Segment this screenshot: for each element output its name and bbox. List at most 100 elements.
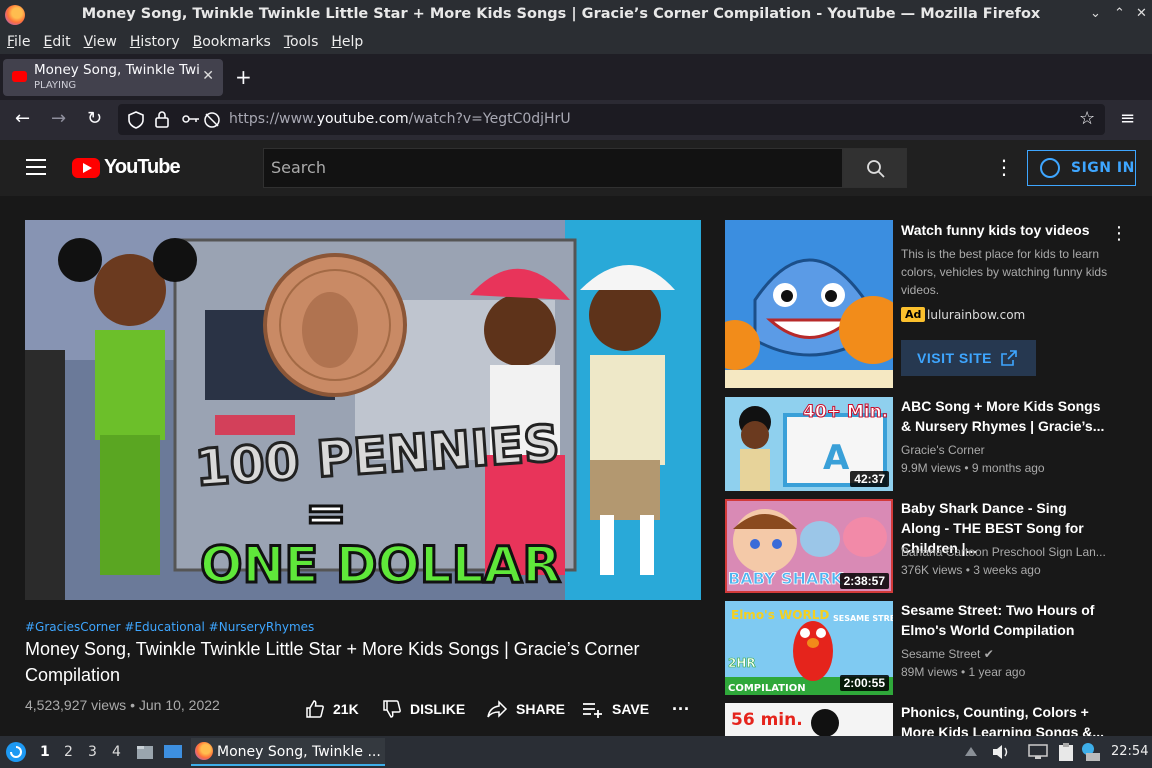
video-thumbnail-art: 100 PENNIES = ONE DOLLAR — [25, 220, 701, 600]
sidebar-thumb-1-label: 40+ Min. — [803, 402, 888, 422]
sidebar-thumbnail-3[interactable]: Elmo's WORLD 2HR COMPILATION SESAME STRE… — [725, 601, 893, 695]
svg-text:A: A — [823, 438, 850, 478]
tab-title: Money Song, Twinkle Twinkle Little Star — [34, 62, 199, 78]
ad-menu-icon[interactable]: ⋮ — [1110, 223, 1128, 244]
thumbnail-text-bottom: ONE DOLLAR — [200, 536, 561, 594]
taskbar: 1 2 3 4 Money Song, Twinkle ... 22:54 — [0, 736, 1152, 768]
video-player[interactable]: 100 PENNIES = ONE DOLLAR — [25, 220, 701, 600]
menu-tools[interactable]: Tools — [284, 34, 319, 50]
sidebar-meta-3: 89M views • 1 year ago — [901, 665, 1026, 679]
workspace-4[interactable]: 4 — [112, 744, 121, 760]
share-button[interactable]: SHARE — [486, 699, 565, 719]
workspace-2[interactable]: 2 — [64, 744, 73, 760]
taskbar-firefox-window[interactable]: Money Song, Twinkle ... — [191, 738, 385, 766]
youtube-header: YouTube Search ⋮ SIGN IN — [0, 140, 1152, 196]
settings-more-icon[interactable]: ⋮ — [994, 155, 1014, 179]
menu-history[interactable]: History — [130, 34, 180, 50]
sidebar-thumbnail-1[interactable]: A 40+ Min. 42:37 — [725, 397, 893, 491]
ad-title[interactable]: Watch funny kids toy videos — [901, 220, 1106, 240]
volume-icon[interactable] — [991, 743, 1011, 761]
workspace-1[interactable]: 1 — [40, 744, 50, 760]
save-button[interactable]: SAVE — [582, 699, 649, 719]
maximize-button[interactable]: ⌃ — [1114, 6, 1125, 21]
hamburger-menu-icon[interactable] — [26, 159, 46, 175]
menu-view[interactable]: View — [84, 34, 117, 50]
sidebar-thumbnail-2[interactable]: BABY SHARK 2:38:57 — [725, 499, 893, 593]
external-link-icon — [1001, 350, 1017, 366]
sidebar-thumb-3-label: Elmo's WORLD — [731, 608, 829, 622]
bookmark-star-icon[interactable]: ☆ — [1079, 108, 1095, 129]
sidebar-thumb-3-brand: SESAME STREET — [833, 614, 893, 623]
sidebar-duration-2: 2:38:57 — [839, 573, 889, 589]
like-button[interactable]: 21K — [305, 699, 359, 719]
sidebar-thumbnail-4[interactable]: 56 min. — [725, 703, 893, 736]
sidebar-thumb-3-badge: 2HR — [728, 656, 756, 670]
youtube-logo-icon[interactable] — [72, 158, 100, 178]
new-tab-button[interactable]: + — [235, 65, 252, 89]
workspace-3[interactable]: 3 — [88, 744, 97, 760]
thumbs-down-icon — [383, 700, 401, 718]
playlist-add-icon — [583, 703, 602, 718]
tray-expand-icon[interactable] — [963, 744, 979, 760]
menu-edit[interactable]: Edit — [43, 34, 70, 50]
hashtags[interactable]: #GraciesCorner #Educational #NurseryRhym… — [25, 620, 314, 634]
sidebar-title-3[interactable]: Sesame Street: Two Hours of Elmo's World… — [901, 600, 1106, 640]
search-input[interactable]: Search — [263, 148, 843, 188]
back-button[interactable]: ← — [15, 108, 30, 129]
tab-strip: Money Song, Twinkle Twinkle Little Star … — [0, 54, 1152, 100]
firefox-logo-icon — [5, 5, 25, 25]
menu-help[interactable]: Help — [331, 34, 363, 50]
desktop-icon[interactable] — [163, 743, 183, 761]
file-manager-icon[interactable] — [136, 743, 154, 761]
clock: 22:54 — [1111, 744, 1149, 759]
app-launcher-icon[interactable] — [5, 741, 27, 763]
tab-close-icon[interactable]: ✕ — [202, 68, 214, 84]
more-actions-button[interactable]: ··· — [672, 699, 690, 720]
visit-site-button[interactable]: VISIT SITE — [901, 340, 1036, 376]
close-window-button[interactable]: ✕ — [1136, 6, 1147, 21]
tab-playing-label: PLAYING — [34, 80, 77, 91]
sidebar-channel-3[interactable]: Sesame Street ✔ — [901, 647, 1106, 661]
sign-in-button[interactable]: SIGN IN — [1027, 150, 1136, 186]
permissions-icon[interactable] — [182, 112, 200, 126]
autoplay-blocked-icon[interactable] — [203, 111, 221, 129]
lock-icon[interactable] — [155, 110, 169, 128]
search-button[interactable] — [843, 148, 907, 188]
url-text[interactable]: https://www.youtube.com/watch?v=YegtC0dj… — [229, 111, 571, 127]
window-titlebar: Money Song, Twinkle Twinkle Little Star … — [0, 0, 1152, 30]
network-icon[interactable] — [1028, 743, 1048, 761]
video-views-date: 4,523,927 views • Jun 10, 2022 — [25, 697, 220, 713]
sidebar-title-4[interactable]: Phonics, Counting, Colors + More Kids Le… — [901, 702, 1106, 736]
ad-badge: Ad — [901, 307, 926, 322]
phonics-thumb-art: 56 min. — [725, 703, 893, 736]
dislike-button[interactable]: DISLIKE — [382, 699, 465, 719]
forward-button[interactable]: → — [51, 108, 66, 129]
account-icon — [1040, 158, 1060, 178]
sidebar-duration-1: 42:37 — [850, 471, 889, 487]
url-bar[interactable]: https://www.youtube.com/watch?v=YegtC0dj… — [118, 104, 1105, 135]
browser-tab[interactable]: Money Song, Twinkle Twinkle Little Star … — [3, 59, 223, 96]
menu-file[interactable]: File — [7, 34, 30, 50]
menu-bar: File Edit View History Bookmarks Tools H… — [0, 30, 1152, 54]
ad-thumbnail[interactable] — [725, 220, 893, 388]
menu-bookmarks[interactable]: Bookmarks — [193, 34, 271, 50]
youtube-logo-text[interactable]: YouTube — [104, 156, 181, 179]
minimize-button[interactable]: ⌄ — [1090, 6, 1101, 21]
reload-button[interactable]: ↻ — [87, 108, 102, 129]
sidebar-meta-2: 376K views • 3 weeks ago — [901, 563, 1041, 577]
sidebar-title-1[interactable]: ABC Song + More Kids Songs & Nursery Rhy… — [901, 396, 1106, 436]
firefox-taskbar-icon — [195, 742, 213, 760]
ad-description: This is the best place for kids to learn… — [901, 247, 1108, 297]
sidebar-channel-1[interactable]: Gracie's Corner — [901, 443, 1106, 457]
clipboard-icon[interactable] — [1056, 742, 1076, 762]
app-menu-button[interactable]: ≡ — [1120, 108, 1135, 129]
search-icon — [867, 160, 885, 178]
thumbnail-text-mid: = — [305, 484, 347, 542]
sidebar-thumb-2-label: BABY SHARK — [728, 569, 844, 588]
notification-icon[interactable] — [1080, 742, 1102, 762]
share-icon — [487, 700, 508, 718]
sidebar-thumb-4-label: 56 min. — [731, 710, 803, 730]
ad-domain: lulurainbow.com — [927, 308, 1026, 322]
shield-icon[interactable] — [128, 111, 144, 129]
sidebar-channel-2[interactable]: Banana Cartoon Preschool Sign Lan... — [901, 545, 1106, 559]
